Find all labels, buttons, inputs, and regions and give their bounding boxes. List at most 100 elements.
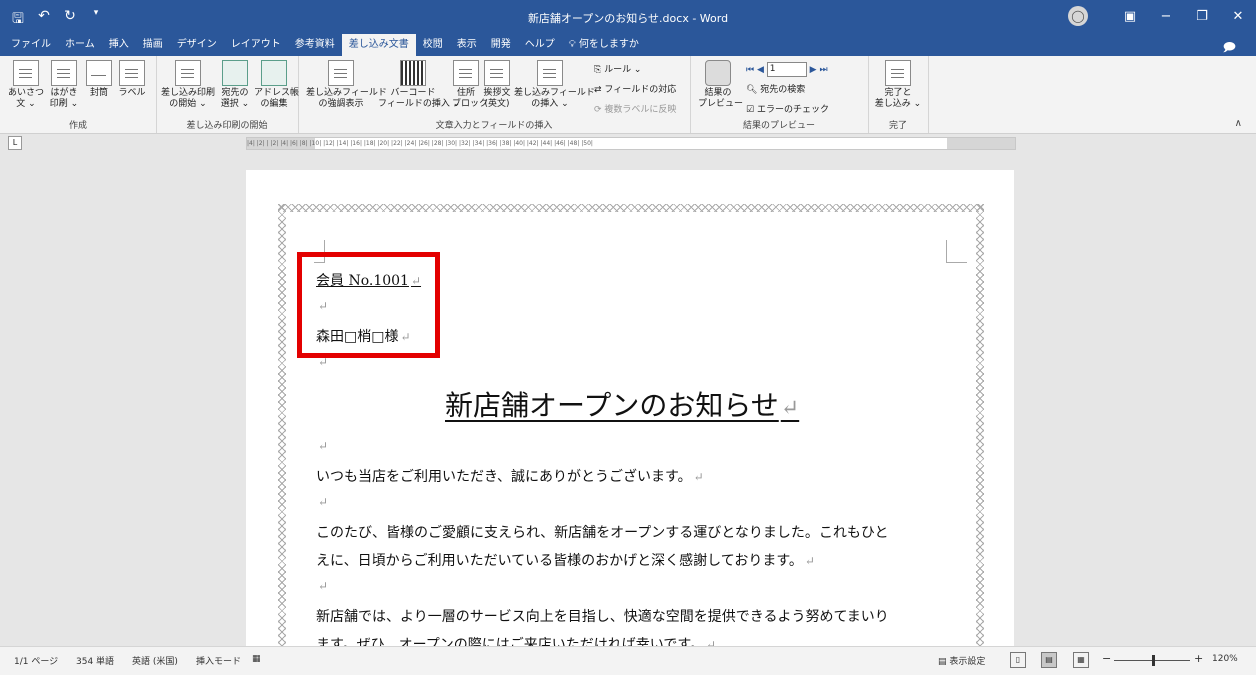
page-count[interactable]: 1/1 ページ [14, 654, 58, 667]
collapse-ribbon-icon[interactable]: ∧ [1235, 118, 1242, 129]
read-mode-icon[interactable]: ▯ [1010, 652, 1026, 668]
ribbon-display-options-icon[interactable]: ▣ [1112, 0, 1148, 34]
insert-mode[interactable]: 挿入モード [196, 654, 241, 667]
recipients-icon [222, 60, 248, 86]
insert-merge-field-button[interactable]: 差し込みフィールド の挿入 ⌄ [514, 60, 595, 110]
group-label: 文章入力とフィールドの挿入 [435, 121, 553, 131]
body-paragraph-3-line-1[interactable]: 新店舗では、より一層のサービス向上を目指し、快適な空間を提供できるよう努めてまい… [316, 606, 889, 626]
finish-merge-button[interactable]: 完了と 差し込み ⌄ [874, 60, 922, 110]
tab-10[interactable]: 開発 [484, 34, 518, 56]
group-label: 差し込み印刷の開始 [186, 121, 268, 131]
address-block-icon [453, 60, 479, 86]
tab-0[interactable]: ファイル [4, 34, 58, 56]
group-label: 完了 [888, 121, 907, 131]
page-border-top [278, 204, 984, 212]
rules-icon: ⎘ [594, 65, 605, 75]
update-labels-icon: ⟳ [594, 105, 605, 115]
tab-11[interactable]: ヘルプ [518, 34, 562, 56]
tab-6[interactable]: 参考資料 [288, 34, 342, 56]
empty-paragraph[interactable]: ↵ [316, 438, 328, 454]
postcard-print-button[interactable]: はがき 印刷 ⌄ [48, 60, 80, 110]
document-page[interactable]: 会員 No.1001 ↵ ↵ 森田□梢□様 ↵ ↵ 新店舗オープンのお知らせ↵ ↵ … [246, 170, 1014, 646]
highlight-fields-icon [328, 60, 354, 86]
body-paragraph-2-line-1[interactable]: このたび、皆様のご愛顧に支えられ、新店舗をオープンする運びとなりました。これもひ… [316, 522, 888, 542]
tab-7[interactable]: 差し込み文書 [341, 34, 416, 56]
title-bar: 🖫 ↶ ↻ ▾ 新店舗オープンのお知らせ.docx - Word ◯ ▣ − ❐… [0, 0, 1256, 34]
record-number-input[interactable]: 1 [766, 62, 807, 77]
search-icon: 🔍︎ [746, 85, 761, 95]
highlight-merge-fields-button[interactable]: 差し込みフィールド の強調表示 [306, 60, 387, 110]
tab-selector-icon[interactable]: L [8, 136, 22, 150]
document-heading[interactable]: 新店舗オープンのお知らせ↵ [445, 384, 799, 424]
tab-9[interactable]: 表示 [450, 34, 484, 56]
rules-button[interactable]: ⎘ ルール ⌄ [594, 62, 641, 75]
macro-record-icon[interactable]: ▦ [252, 654, 261, 664]
insert-barcode-field-button[interactable]: バーコード フィールドの挿入 ⌄ [378, 60, 460, 110]
empty-paragraph[interactable]: ↵ [316, 578, 328, 594]
edit-list-icon [261, 60, 287, 86]
group-write-insert: 差し込みフィールド の強調表示 バーコード フィールドの挿入 ⌄ 住所 ブロック… [298, 56, 691, 133]
labels-button[interactable]: ラベル [116, 60, 148, 99]
language[interactable]: 英語 (米国) [132, 654, 178, 667]
check-errors-button[interactable]: ☑ エラーのチェック [746, 102, 829, 115]
tell-me-search[interactable]: 💡︎ 何をしますか [562, 34, 646, 56]
zoom-slider-thumb[interactable] [1152, 655, 1155, 666]
greeting-line-icon [484, 60, 510, 86]
page-border-left [278, 204, 286, 646]
crop-mark-right [946, 240, 967, 263]
tab-8[interactable]: 校閲 [416, 34, 450, 56]
address-block-button[interactable]: 住所 ブロック [452, 60, 488, 110]
tell-me-label: 何をしますか [578, 39, 639, 50]
envelope-icon [86, 60, 112, 86]
preview-results-button[interactable]: 結果の プレビュー [698, 60, 743, 110]
select-recipients-button[interactable]: 宛先の 選択 ⌄ [218, 60, 252, 110]
update-labels-button[interactable]: ⟳ 複数ラベルに反映 [594, 102, 676, 115]
print-layout-icon[interactable]: ▤ [1041, 652, 1057, 668]
finish-merge-icon [885, 60, 911, 86]
start-merge-icon [175, 60, 201, 86]
edit-recipient-list-button[interactable]: アドレス帳 の編集 [254, 60, 299, 110]
check-errors-icon: ☑ [746, 105, 757, 115]
postcard-icon [51, 60, 77, 86]
find-recipient-button[interactable]: 🔍︎ 宛先の検索 [746, 82, 805, 95]
user-avatar-icon[interactable]: ◯ [1068, 6, 1088, 26]
first-record-icon[interactable]: ⏮ [746, 65, 754, 75]
tab-1[interactable]: ホーム [58, 34, 102, 56]
display-settings-icon: ▤ [938, 657, 950, 667]
ribbon-tabs: ファイル ホーム 挿入 描画 デザイン レイアウト 参考資料 差し込み文書 校閲 表示 開発 ヘルプ 💡… [4, 34, 646, 56]
envelopes-button[interactable]: 封筒 [84, 60, 114, 99]
group-preview: 結果の プレビュー ⏮ ◀ 1 ▶ ⏭ 🔍︎ 宛先の検索 ☑ エラーのチェック … [690, 56, 869, 133]
tab-5[interactable]: レイアウト [224, 34, 288, 56]
web-layout-icon[interactable]: ▦ [1073, 652, 1089, 668]
close-icon[interactable]: ✕ [1220, 0, 1256, 34]
match-fields-button[interactable]: ⇄ フィールドの対応 [594, 82, 676, 95]
ruler-bar: L |4| |2| | |2| |4| |6| |8| |10| |12| |1… [0, 134, 1256, 150]
preview-icon [705, 60, 731, 86]
empty-paragraph[interactable]: ↵ [316, 494, 328, 510]
status-bar: 1/1 ページ 354 単語 英語 (米国) 挿入モード ▦ ▤ 表示設定 ▯ … [0, 646, 1256, 675]
tab-2[interactable]: 挿入 [102, 34, 136, 56]
zoom-out-button[interactable]: − [1102, 652, 1111, 665]
minimize-icon[interactable]: − [1148, 0, 1184, 34]
insert-field-icon [537, 60, 563, 86]
zoom-level[interactable]: 120% [1212, 654, 1238, 664]
previous-record-icon[interactable]: ◀ [757, 65, 764, 75]
last-record-icon[interactable]: ⏭ [819, 65, 827, 75]
match-fields-icon: ⇄ [594, 85, 605, 95]
greeting-line-button[interactable]: 挨拶文 (英文) [482, 60, 512, 110]
body-paragraph-2-line-2[interactable]: えに、日頃からご利用いただいている皆様のおかげと深く感謝しております。 ↵ [316, 550, 815, 570]
word-count[interactable]: 354 単語 [76, 654, 114, 667]
ribbon: あいさつ 文 ⌄ はがき 印刷 ⌄ 封筒 ラベル 作成 差し込み印刷 の開始 ⌄… [0, 56, 1256, 134]
zoom-in-button[interactable]: + [1194, 652, 1203, 665]
next-record-icon[interactable]: ▶ [810, 65, 817, 75]
greetings-button[interactable]: あいさつ 文 ⌄ [6, 60, 46, 110]
restore-icon[interactable]: ❐ [1184, 0, 1220, 34]
group-label: 結果のプレビュー [742, 121, 815, 131]
body-paragraph-3-line-2[interactable]: ます。ぜひ、オープンの際にはご来店いただければ幸いです。 ↵ [316, 634, 716, 646]
tab-4[interactable]: デザイン [170, 34, 224, 56]
display-settings-button[interactable]: ▤ 表示設定 [938, 654, 985, 667]
start-mail-merge-button[interactable]: 差し込み印刷 の開始 ⌄ [160, 60, 216, 110]
body-paragraph-1[interactable]: いつも当店をご利用いただき、誠にありがとうございます。 ↵ [316, 466, 704, 486]
horizontal-ruler[interactable]: |4| |2| | |2| |4| |6| |8| |10| |12| |14|… [246, 137, 1016, 150]
tab-3[interactable]: 描画 [136, 34, 170, 56]
